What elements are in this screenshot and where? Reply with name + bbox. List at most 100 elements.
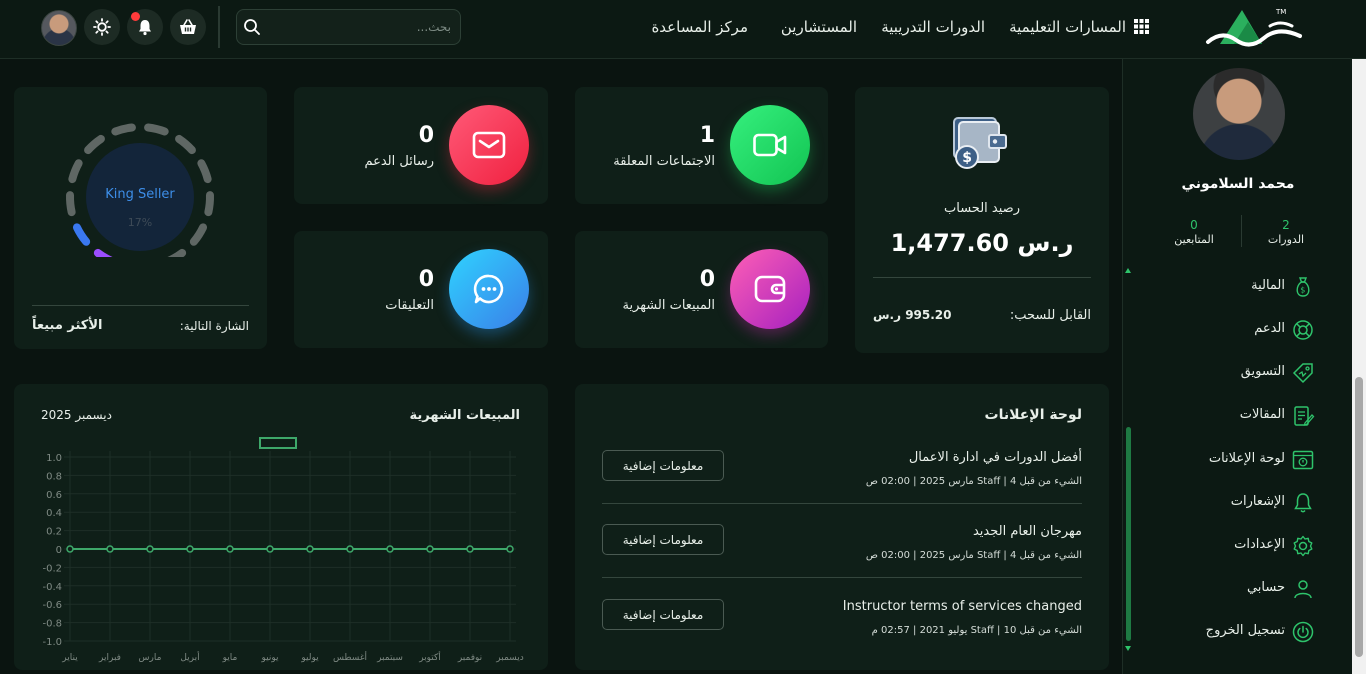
data-point[interactable]: [146, 545, 154, 553]
sidebar-item-marketing[interactable]: التسويق: [1123, 358, 1333, 388]
bell-icon: [139, 20, 151, 36]
announcements-title: لوحة الإعلانات: [984, 407, 1083, 423]
comments-label: التعليقات: [385, 298, 434, 313]
sidebar-item-account[interactable]: حسابي: [1123, 574, 1333, 604]
header-divider: [218, 6, 220, 48]
data-point[interactable]: [386, 545, 394, 553]
sidebar-item-logout[interactable]: تسجيل الخروج: [1123, 617, 1333, 647]
svg-text:TM: TM: [1275, 8, 1286, 16]
y-tick-label: -0.4: [42, 582, 62, 593]
y-tick-label: 0.2: [46, 527, 62, 538]
withdraw-label: القابل للسحب:: [1009, 308, 1091, 323]
scroll-down-arrow[interactable]: [1125, 646, 1131, 651]
video-camera-icon: [753, 133, 787, 157]
theme-toggle-button[interactable]: [84, 9, 120, 45]
meetings-icon-circle: [730, 105, 810, 185]
y-tick-label: -0.6: [42, 600, 62, 611]
data-point[interactable]: [226, 545, 234, 553]
basket-icon: [180, 19, 196, 34]
sidebar: محمد السلاموني 2 الدورات 0 المتابعين الم…: [1122, 59, 1352, 674]
badge-card: King Seller 17% الشارة التالية: الأكثر م…: [14, 87, 267, 349]
data-point[interactable]: [186, 545, 194, 553]
announcement-meta: الشيء من قبل Staff | 4 مارس 2025 | 02:00…: [865, 476, 1082, 487]
svg-text:$: $: [1300, 286, 1305, 295]
wallet-icon: [754, 275, 786, 303]
page-scrollbar[interactable]: [1352, 59, 1366, 674]
power-icon: [1292, 621, 1314, 643]
nav-learning-paths[interactable]: المسارات التعليمية: [1009, 18, 1126, 36]
balance-title: رصيد الحساب: [944, 201, 1020, 216]
monthly-sales-label: المبيعات الشهرية: [622, 298, 715, 313]
data-point[interactable]: [266, 545, 274, 553]
balance-divider: [873, 277, 1091, 278]
data-point[interactable]: [106, 545, 114, 553]
board-icon: [1292, 450, 1314, 470]
sidebar-item-finance[interactable]: المالية $: [1123, 272, 1333, 302]
more-info-button[interactable]: معلومات إضافية: [602, 450, 724, 481]
x-tick-label: يوليو: [300, 653, 319, 663]
chat-bubble-icon: [473, 274, 504, 304]
x-tick-label: أكتوبر: [418, 651, 441, 663]
data-point[interactable]: [306, 545, 314, 553]
x-tick-label: يونيو: [260, 653, 279, 663]
nav-help-center[interactable]: مركز المساعدة: [651, 18, 748, 36]
sidebar-item-support[interactable]: الدعم: [1123, 315, 1333, 345]
sidebar-item-announcements[interactable]: لوحة الإعلانات: [1123, 445, 1333, 475]
x-tick-label: مايو: [222, 653, 238, 663]
data-point[interactable]: [66, 545, 74, 553]
scroll-up-arrow[interactable]: [1125, 268, 1131, 273]
cart-button[interactable]: [170, 9, 206, 45]
sidebar-item-settings[interactable]: الإعدادات: [1123, 531, 1333, 561]
more-info-button[interactable]: معلومات إضافية: [602, 599, 724, 630]
search-icon[interactable]: [243, 18, 261, 36]
courses-count: 2: [1282, 218, 1290, 232]
sidebar-item-notifications[interactable]: الإشعارات: [1123, 488, 1333, 518]
sidebar-scrollbar[interactable]: [1126, 427, 1131, 641]
site-logo[interactable]: TM: [1200, 4, 1312, 48]
data-point[interactable]: [426, 545, 434, 553]
sidebar-item-label: الإعدادات: [1234, 537, 1285, 552]
x-tick-label: سبتمبر: [376, 653, 403, 663]
announcement-title[interactable]: أفضل الدورات في ادارة الاعمال: [909, 450, 1082, 465]
data-point[interactable]: [346, 545, 354, 553]
announcement-item: أفضل الدورات في ادارة الاعمال الشيء من ق…: [602, 450, 1082, 524]
data-point[interactable]: [506, 545, 514, 553]
monthly-sales-count: 0: [699, 267, 715, 292]
withdraw-value: 995.20 ر.س: [873, 308, 952, 322]
y-tick-label: -0.2: [42, 563, 62, 574]
announcement-divider: [602, 503, 1082, 504]
x-tick-label: أغسطس: [333, 651, 367, 663]
svg-text:$: $: [962, 150, 972, 166]
badge-remaining-segment: [167, 248, 187, 257]
chart-legend-swatch[interactable]: [259, 437, 297, 449]
data-point[interactable]: [466, 545, 474, 553]
search-input[interactable]: [271, 10, 451, 44]
meetings-count: 1: [699, 123, 715, 148]
nav-courses[interactable]: الدورات التدريبية: [881, 18, 985, 36]
announcement-title[interactable]: مهرجان العام الجديد: [973, 524, 1082, 539]
x-tick-label: ديسمبر: [495, 653, 523, 663]
announcements-card: لوحة الإعلانات أفضل الدورات في ادارة الا…: [575, 384, 1109, 670]
wallet-icon: $: [953, 117, 1007, 169]
y-tick-label: -1.0: [42, 637, 62, 648]
profile-name: محمد السلاموني: [1181, 176, 1295, 192]
badge-progress-segment: [93, 248, 113, 257]
announcement-title[interactable]: Instructor terms of services changed: [843, 599, 1082, 614]
more-info-button[interactable]: معلومات إضافية: [602, 524, 724, 555]
sidebar-item-articles[interactable]: المقالات: [1123, 401, 1333, 431]
search-box: [236, 9, 461, 45]
notifications-button[interactable]: [127, 9, 163, 45]
y-tick-label: 0.6: [46, 490, 62, 501]
sidebar-item-label: المالية: [1251, 278, 1285, 293]
x-tick-label: أبريل: [180, 651, 199, 663]
courses-label: الدورات: [1267, 233, 1305, 246]
page-scrollbar-thumb[interactable]: [1355, 377, 1363, 657]
meetings-label: الاجتماعات المعلقة: [613, 154, 715, 169]
next-badge-label: الشارة التالية:: [179, 319, 249, 333]
announcement-meta: الشيء من قبل Staff | 4 مارس 2025 | 02:00…: [865, 550, 1082, 561]
nav-consultants[interactable]: المستشارين: [781, 18, 857, 36]
user-avatar[interactable]: [41, 10, 77, 46]
x-tick-label: نوفمبر: [457, 653, 482, 663]
balance-card: $ رصيد الحساب 1,477.60 ر.س القابل للسحب:…: [855, 87, 1109, 353]
badge-remaining-segment: [189, 223, 208, 246]
